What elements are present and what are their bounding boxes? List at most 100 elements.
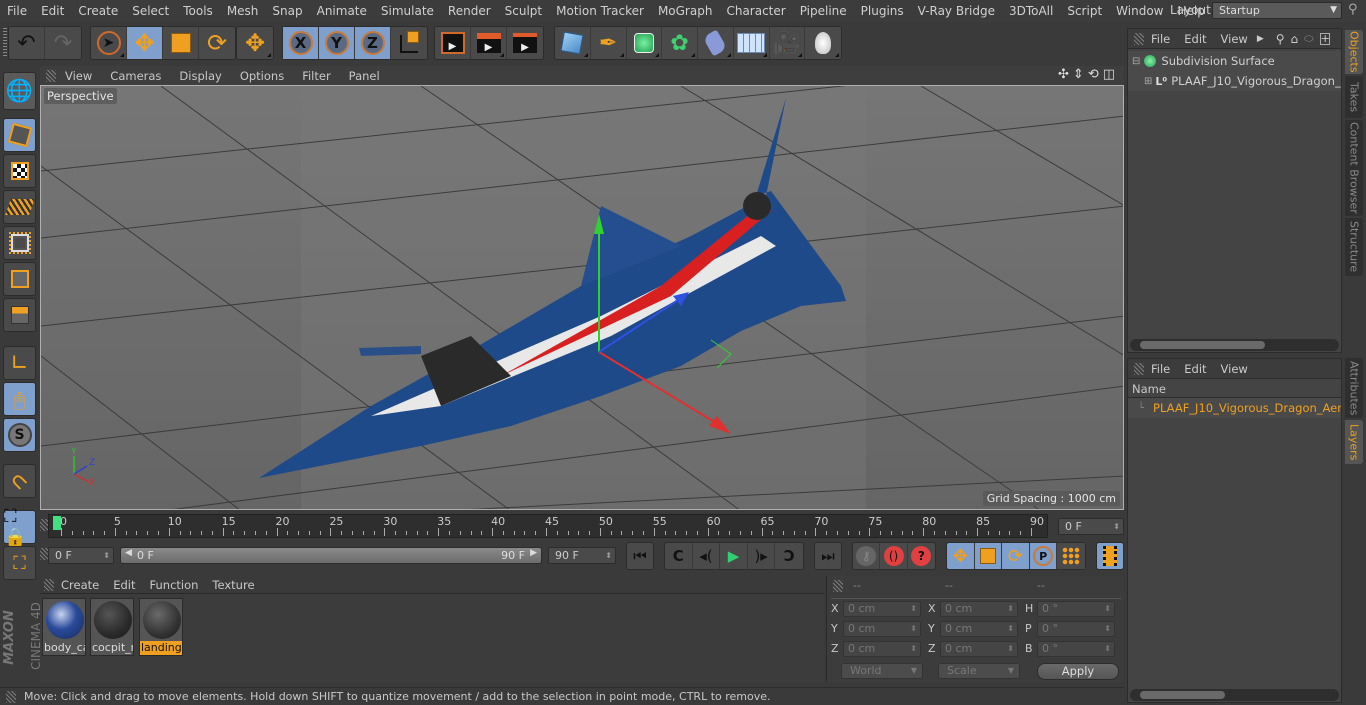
home-icon[interactable]: ⌂ xyxy=(1291,32,1299,46)
autokey-button[interactable]: ⚷ xyxy=(853,543,881,569)
layers-horizontal-scrollbar[interactable] xyxy=(1130,689,1339,701)
viewport-menu-cameras[interactable]: Cameras xyxy=(101,69,170,83)
range-right-arrow-icon[interactable]: ▶ xyxy=(530,548,537,558)
subdivision-surface-button[interactable] xyxy=(627,27,663,59)
coordinate-mode-dropdown[interactable]: World ▼ xyxy=(841,663,923,679)
material-item[interactable]: landing xyxy=(139,598,183,656)
start-frame-field[interactable]: 0 F ⬍ xyxy=(48,547,114,564)
transform-mode-dropdown[interactable]: Scale ▼ xyxy=(938,663,1020,679)
tab-content-browser[interactable]: Content Browser xyxy=(1345,120,1363,216)
spinner-icon[interactable]: ⬍ xyxy=(910,642,917,656)
search-icon[interactable]: ⚲ xyxy=(1348,2,1358,17)
object-row[interactable]: ⊟ Subdivision Surface xyxy=(1128,51,1341,71)
more-arrow-icon[interactable]: ▶ xyxy=(1257,34,1264,44)
new-window-icon[interactable]: + xyxy=(1319,32,1330,45)
end-frame-field[interactable]: 90 F ⬍ xyxy=(548,547,616,564)
menu-window[interactable]: Window xyxy=(1109,4,1170,18)
menu-vray-bridge[interactable]: V-Ray Bridge xyxy=(911,4,1002,18)
viewport-menu-display[interactable]: Display xyxy=(170,69,230,83)
render-settings-button[interactable]: ▶ xyxy=(507,27,543,59)
spinner-icon[interactable]: ⬍ xyxy=(1104,642,1111,656)
spinner-icon[interactable]: ⬍ xyxy=(1104,622,1111,636)
pen-spline-button[interactable]: ✒ xyxy=(591,27,627,59)
render-to-picture-viewer-button[interactable]: ▶ xyxy=(471,27,507,59)
coord-value-field[interactable]: 0 cm ⬍ xyxy=(940,621,1018,637)
previous-frame-button[interactable]: ◂( xyxy=(693,543,721,569)
menu-mograph[interactable]: MoGraph xyxy=(651,4,720,18)
undo-button[interactable]: ↶ xyxy=(9,27,45,59)
texture-mode-button[interactable] xyxy=(3,154,36,188)
workplane-mode-button[interactable] xyxy=(3,190,36,224)
objects-menu-file[interactable]: File xyxy=(1144,32,1177,46)
menu-create[interactable]: Create xyxy=(71,4,125,18)
panel-grip[interactable] xyxy=(1134,362,1144,375)
playhead-marker[interactable] xyxy=(53,516,61,530)
material-item[interactable]: body_ca xyxy=(42,598,86,656)
layers-menu-edit[interactable]: Edit xyxy=(1177,362,1213,376)
go-to-start-button[interactable]: ⏮ xyxy=(627,543,653,569)
light-button[interactable] xyxy=(805,27,841,59)
tweak-mode-button[interactable]: 🖱 xyxy=(3,382,36,416)
points-mode-button[interactable] xyxy=(3,226,36,260)
menu-3dtoall[interactable]: 3DToAll xyxy=(1002,4,1060,18)
zoom-view-icon[interactable]: ⇕ xyxy=(1073,67,1084,82)
workplane-lock-button[interactable]: ⛶🔒 xyxy=(3,506,36,548)
material-menu-create[interactable]: Create xyxy=(54,578,106,592)
menu-plugins[interactable]: Plugins xyxy=(854,4,911,18)
material-item[interactable]: cocpit_n xyxy=(90,598,134,656)
x-axis-lock-button[interactable]: X xyxy=(283,27,319,59)
timeline-window-button[interactable] xyxy=(1097,543,1123,569)
material-menu-edit[interactable]: Edit xyxy=(106,578,142,592)
menu-edit[interactable]: Edit xyxy=(34,4,71,18)
collapse-icon[interactable]: ⊟ xyxy=(1132,56,1140,67)
tab-takes[interactable]: Takes xyxy=(1345,76,1363,118)
menu-simulate[interactable]: Simulate xyxy=(374,4,441,18)
workplane-button[interactable]: ⛶ xyxy=(3,546,36,580)
spinner-icon[interactable]: ⬍ xyxy=(1007,642,1014,656)
scale-button[interactable] xyxy=(163,27,199,59)
search-icon[interactable]: ⚲ xyxy=(1276,32,1285,46)
coord-value-field[interactable]: 0 cm ⬍ xyxy=(940,641,1018,657)
objects-horizontal-scrollbar[interactable] xyxy=(1130,339,1339,351)
coord-value-field[interactable]: 0 cm ⬍ xyxy=(843,641,921,657)
toggle-layout-icon[interactable]: ◫ xyxy=(1103,67,1115,82)
next-frame-button[interactable]: )▸ xyxy=(748,543,776,569)
menu-motion-tracker[interactable]: Motion Tracker xyxy=(549,4,651,18)
preview-range-slider[interactable]: ◀ 0 F 90 F ▶ xyxy=(120,547,542,564)
model-mode-button[interactable] xyxy=(3,118,36,152)
coord-value-field[interactable]: 0 cm ⬍ xyxy=(843,621,921,637)
tab-attributes[interactable]: Attributes xyxy=(1345,358,1363,418)
expand-icon[interactable]: ⊞ xyxy=(1144,76,1152,87)
viewport-menu-filter[interactable]: Filter xyxy=(293,69,339,83)
go-to-end-button[interactable]: ⏭ xyxy=(815,543,841,569)
spinner-icon[interactable]: ⬍ xyxy=(1104,602,1111,616)
apply-button[interactable]: Apply xyxy=(1037,663,1119,680)
make-editable-button[interactable]: 🌐 xyxy=(3,72,36,110)
menu-sculpt[interactable]: Sculpt xyxy=(498,4,549,18)
edges-mode-button[interactable] xyxy=(3,262,36,296)
key-rotation-button[interactable]: ⟳ xyxy=(1002,543,1030,569)
keyframe-help-button[interactable]: ? xyxy=(908,543,935,569)
menu-script[interactable]: Script xyxy=(1060,4,1109,18)
coord-value-field[interactable]: 0 ° ⬍ xyxy=(1037,601,1115,617)
y-axis-lock-button[interactable]: Y xyxy=(319,27,355,59)
coord-value-field[interactable]: 0 cm ⬍ xyxy=(843,601,921,617)
deformer-button[interactable] xyxy=(698,27,734,59)
polygons-mode-button[interactable] xyxy=(3,298,36,332)
spinner-icon[interactable]: ⬍ xyxy=(1007,622,1014,636)
next-key-button[interactable]: Ↄ xyxy=(775,543,803,569)
objects-menu-edit[interactable]: Edit xyxy=(1177,32,1213,46)
panel-grip[interactable] xyxy=(833,580,843,592)
layers-menu-file[interactable]: File xyxy=(1144,362,1177,376)
live-selection-button[interactable]: ➤ xyxy=(91,27,127,59)
toolbar-grip[interactable] xyxy=(3,28,7,58)
redo-button[interactable]: ↷ xyxy=(45,27,81,59)
spinner-icon[interactable]: ⬍ xyxy=(910,602,917,616)
coordinate-system-button[interactable] xyxy=(391,27,427,59)
tab-layers[interactable]: Layers xyxy=(1345,420,1363,464)
menu-snap[interactable]: Snap xyxy=(265,4,309,18)
move-button[interactable]: ✥ xyxy=(127,27,163,59)
objects-menu-view[interactable]: View xyxy=(1214,32,1255,46)
coord-value-field[interactable]: 0 ° ⬍ xyxy=(1037,621,1115,637)
camera-button[interactable]: 🎥 xyxy=(770,27,806,59)
